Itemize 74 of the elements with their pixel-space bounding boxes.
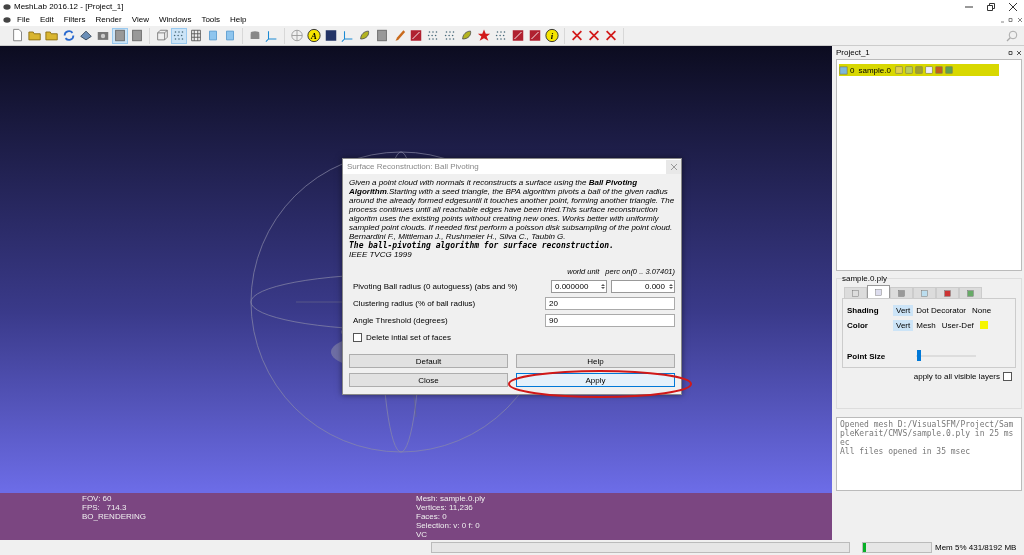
color-swatch[interactable] (979, 321, 988, 329)
description-text: Bernardini F., Mittleman J., Rushmeier H., Silva C., Taubin G. (349, 232, 566, 241)
option-button[interactable]: Mesh (913, 319, 939, 331)
option-label: Shading (847, 305, 880, 315)
close-icon[interactable] (1009, 2, 1017, 11)
tab[interactable] (867, 285, 890, 298)
panel-title: Project_1 (836, 48, 870, 57)
dialog-button[interactable]: Help (516, 354, 675, 368)
log-line: Opened mesh D:/VisualSFM/Project/SampleKerait/CMVS/sample.0.ply in 25 msec (840, 420, 1015, 447)
spin-box[interactable]: 0.000 (611, 280, 675, 293)
layer-number: 0 (850, 65, 855, 75)
info-text: BO_RENDERING (82, 512, 147, 521)
info-text: Faces: 0 (416, 512, 448, 521)
option-label: Color (847, 320, 869, 330)
dialog-button[interactable]: Close (349, 373, 508, 387)
param-label: Clustering radius (% of ball radius) (353, 299, 477, 308)
input-field[interactable]: 20 (545, 297, 675, 310)
menu-item[interactable]: Render (91, 15, 126, 24)
dialog-button[interactable]: Apply (516, 373, 675, 387)
group-title: sample.0.ply (842, 274, 887, 283)
info-text: FPS: 714.3 (82, 503, 128, 512)
input-field[interactable]: 90 (545, 314, 675, 327)
option-button[interactable]: Dot Decorator (913, 304, 970, 316)
letter-icon[interactable]: i (544, 27, 560, 44)
menu-item[interactable]: Windows (154, 15, 196, 24)
info-text: Selection: v: 0 f: 0 (416, 521, 481, 530)
menu-item[interactable]: Filters (59, 15, 90, 24)
option-button[interactable]: Vert (893, 304, 914, 316)
spin-arrows-icon[interactable] (669, 283, 673, 290)
tab[interactable] (959, 287, 982, 298)
close-button[interactable] (666, 159, 681, 174)
param-label: Pivoting Ball radius (0 autoguess) (abs and %) (353, 282, 519, 291)
tab[interactable] (890, 287, 913, 298)
checkbox-label: Delete intial set of faces (366, 333, 452, 342)
info-text: Vertices: 11,236 (416, 503, 474, 512)
dialog-button[interactable]: Default (349, 354, 508, 368)
description-text: Given a point cloud with normals it reconstructs a surface using the Ball Pivoting Algorithm.Starting with a seed triangle, the BPA algorithm pivots a ball of the given radius around the already formed edgesuntil it touches another point, forming another triangle. The process continues until all reachable edges have been tried.This surface reconstruction algoritm uses the existing points without creating new ones. Works better with uniformly sampled point clouds. If needed first perform a poisson disk subsampling of the point cloud. (349, 178, 675, 232)
close-icon (670, 163, 677, 170)
menu-item[interactable]: View (127, 15, 153, 24)
info-text: VC (416, 530, 429, 539)
checkbox[interactable] (353, 333, 362, 342)
letter-icon[interactable]: A (306, 27, 322, 44)
info-text: Mesh: sample.0.ply (416, 494, 486, 503)
option-button[interactable]: None (969, 304, 995, 316)
menu-item[interactable]: Tools (197, 15, 225, 24)
refresh-icon[interactable] (61, 27, 77, 44)
description-text: The ball-pivoting algorithm for surface reconstruction. (349, 241, 615, 250)
dialog-title: Surface Reconstruction: Ball Pivoting (347, 162, 479, 171)
restore-icon[interactable] (987, 2, 995, 11)
dock-controls-icon[interactable] (1008, 49, 1022, 56)
layer-row[interactable]: 0 sample.0 (839, 64, 999, 76)
option-label: Point Size (847, 351, 887, 361)
layer-name: sample.0 (858, 65, 891, 75)
checkbox[interactable] (1003, 372, 1012, 381)
option-button[interactable]: Vert (893, 319, 914, 331)
spin-box[interactable]: 0.000000 (551, 280, 607, 293)
menu-item[interactable]: Help (226, 15, 251, 24)
globe-icon[interactable] (289, 27, 305, 44)
log-line: All files opened in 35 msec (840, 447, 972, 456)
checkbox-label: apply to all visible layers (913, 372, 1000, 381)
menu-item[interactable]: Edit (35, 15, 58, 24)
option-button[interactable]: User-Def (938, 319, 977, 331)
square-icon[interactable] (323, 27, 339, 44)
cube-icon[interactable] (154, 27, 170, 44)
memory-text: Mem 5% 431/8192 MB (935, 543, 1017, 552)
child-window-controls-icon[interactable] (1000, 16, 1024, 23)
slider-thumb[interactable] (917, 350, 921, 361)
param-label: Angle Threshold (degrees) (353, 316, 449, 325)
tab[interactable] (936, 287, 959, 298)
window-title: MeshLab 2016.12 - [Project_1] (14, 2, 124, 11)
menu-item[interactable]: File (13, 15, 34, 24)
spin-arrows-icon[interactable] (601, 283, 605, 290)
description-text: IEEE TVCG 1999 (349, 250, 413, 259)
info-text: FOV: 60 (82, 494, 113, 503)
